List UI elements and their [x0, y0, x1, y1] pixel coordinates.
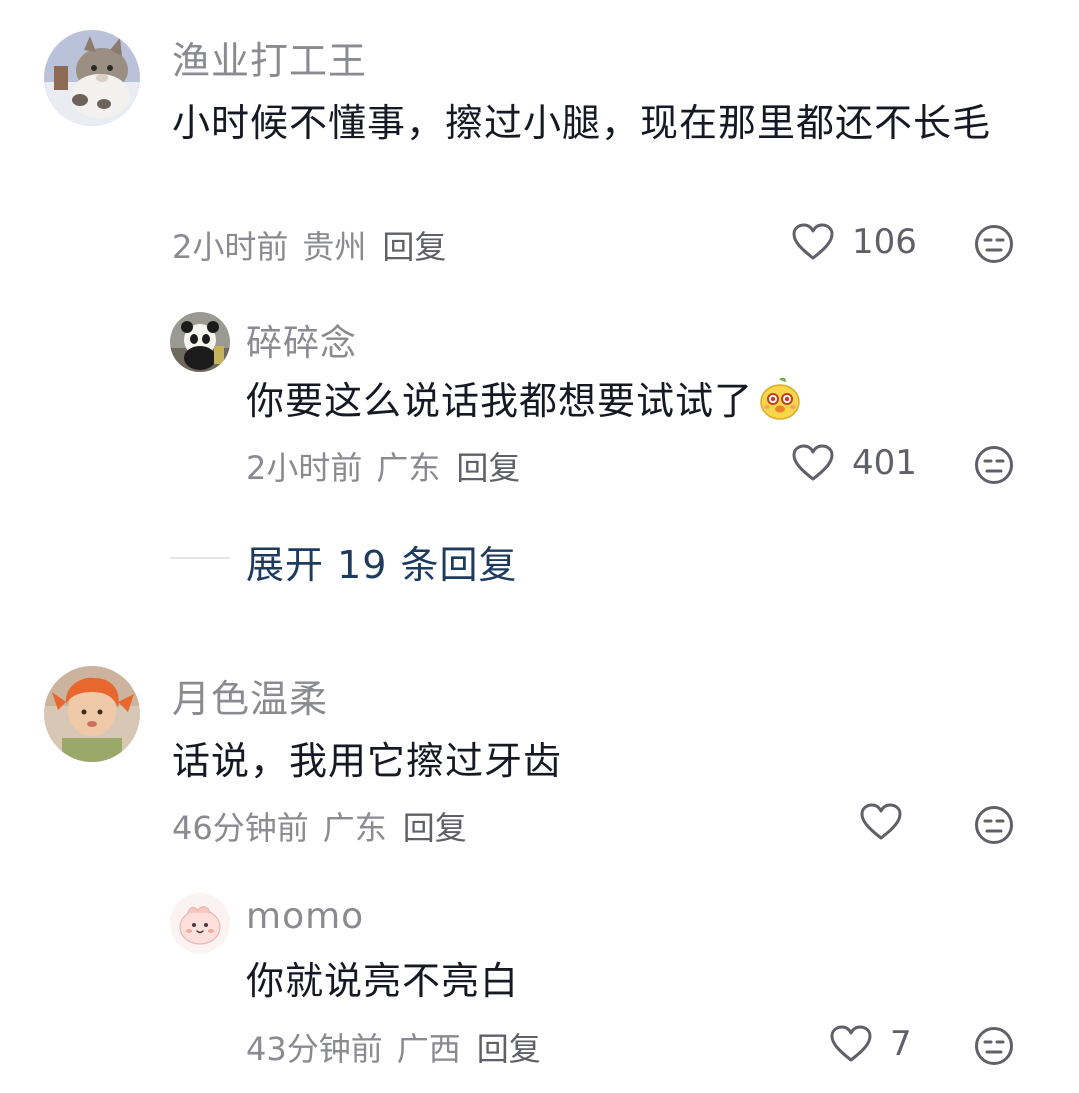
comment-time: 43分钟前	[246, 1030, 383, 1068]
comment-text: 话说，我用它擦过牙齿	[172, 739, 563, 783]
comment-location: 广西	[396, 1030, 461, 1068]
comment-time: 46分钟前	[172, 809, 309, 847]
dislike-button[interactable]	[974, 445, 1014, 485]
dislike-button[interactable]	[974, 805, 1014, 845]
avatar[interactable]	[170, 312, 230, 372]
avatar[interactable]	[44, 30, 140, 126]
comment-location: 广东	[376, 449, 441, 487]
yellow-chick-emoji	[757, 376, 803, 422]
username[interactable]: 渔业打工王	[172, 30, 367, 85]
comment-meta: 43分钟前 广西 回复	[246, 1024, 555, 1070]
like-button[interactable]: 401	[792, 443, 917, 483]
heart-outline-icon	[792, 444, 834, 481]
heart-outline-icon	[792, 223, 834, 260]
like-button[interactable]: 106	[792, 222, 917, 262]
like-button[interactable]: 7	[830, 1024, 912, 1064]
dislike-button[interactable]	[974, 1026, 1014, 1066]
meh-face-icon	[975, 446, 1013, 484]
heart-outline-icon	[830, 1025, 872, 1062]
comment-location: 广东	[322, 809, 387, 847]
heart-outline-icon	[860, 803, 902, 840]
comment-meta: 2小时前 广东 回复	[246, 443, 534, 489]
avatar[interactable]	[170, 893, 230, 953]
like-count: 7	[890, 1024, 912, 1064]
username[interactable]: 月色温柔	[172, 668, 328, 723]
reply-button[interactable]: 回复	[382, 228, 446, 266]
meh-face-icon	[975, 225, 1013, 263]
comment-text: 小时候不懂事，擦过小腿，现在那里都还不长毛	[172, 101, 992, 145]
username[interactable]: 碎碎念	[246, 314, 357, 366]
meh-face-icon	[975, 806, 1013, 844]
comment-text: 你要这么说话我都想要试试了	[246, 372, 946, 430]
comment-time: 2小时前	[246, 449, 363, 487]
like-count: 401	[852, 443, 917, 483]
dislike-button[interactable]	[974, 224, 1014, 264]
expand-divider	[170, 557, 230, 559]
reply-button[interactable]: 回复	[456, 449, 520, 487]
reply-button[interactable]: 回复	[403, 809, 467, 847]
reply-button[interactable]: 回复	[477, 1030, 541, 1068]
like-button[interactable]	[860, 803, 902, 841]
comment-meta: 46分钟前 广东 回复	[172, 803, 481, 849]
username[interactable]: momo	[246, 896, 364, 937]
like-count: 106	[852, 222, 917, 262]
comment-text: 你就说亮不亮白	[246, 959, 520, 1003]
comment-meta: 2小时前 贵州 回复	[172, 222, 460, 268]
avatar[interactable]	[44, 666, 140, 762]
reply-text: 你要这么说话我都想要试试了	[246, 379, 754, 423]
comment-time: 2小时前	[172, 228, 289, 266]
expand-replies-button[interactable]: 展开 19 条回复	[246, 534, 518, 589]
comment-location: 贵州	[302, 228, 367, 266]
meh-face-icon	[975, 1027, 1013, 1065]
